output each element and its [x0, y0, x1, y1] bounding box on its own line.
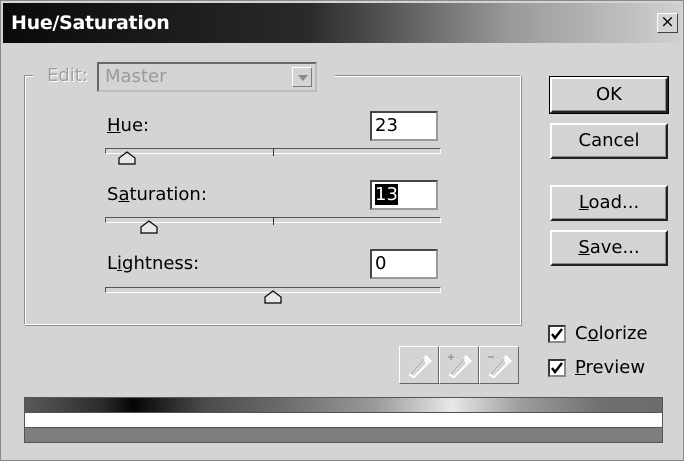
eyedropper-minus-icon: [488, 354, 513, 379]
preview-checkbox[interactable]: [548, 359, 566, 377]
eyedropper-icon: [408, 354, 433, 379]
lightness-label-post: ghtness:: [122, 253, 200, 274]
saturation-center-tick: [273, 217, 274, 225]
preview-label-post: review: [585, 357, 646, 378]
hue-slider-thumb[interactable]: [117, 151, 136, 165]
hue-center-tick: [273, 148, 274, 156]
cancel-button[interactable]: Cancel: [550, 123, 668, 159]
eyedropper-plus-button[interactable]: [439, 346, 479, 384]
colorize-label-accel: o: [587, 323, 599, 344]
eyedropper-button[interactable]: [399, 346, 439, 384]
load-label: oad...: [588, 192, 640, 213]
close-icon: ×: [660, 12, 675, 32]
preview-label-accel: P: [575, 357, 586, 378]
ok-button[interactable]: OK: [549, 76, 669, 114]
lightness-input[interactable]: 0: [370, 249, 438, 279]
edit-select[interactable]: Master: [97, 62, 317, 92]
saturation-input[interactable]: 13: [370, 180, 438, 210]
preview-label[interactable]: Preview: [575, 357, 645, 378]
load-accel: L: [578, 192, 589, 213]
title-bar[interactable]: Hue/Saturation ×: [3, 3, 681, 43]
eyedropper-plus-icon: [448, 354, 473, 379]
lightness-value: 0: [375, 253, 387, 274]
output-color-bar: [24, 427, 663, 443]
save-button[interactable]: Save...: [550, 230, 668, 266]
checkmark-icon: [551, 328, 563, 340]
color-bar-gap: [24, 413, 663, 427]
hue-label: Hue:: [107, 115, 149, 136]
lightness-label-pre: L: [107, 253, 118, 274]
checkmark-icon: [551, 362, 563, 374]
load-button[interactable]: Load...: [550, 185, 668, 221]
hue-value: 23: [375, 115, 398, 136]
hue-saturation-dialog: Hue/Saturation × Edit: Master Hue: 23 Sa…: [0, 0, 684, 461]
close-button[interactable]: ×: [657, 13, 678, 33]
saturation-value: 13: [375, 184, 398, 205]
colorize-label-post: lorize: [598, 323, 648, 344]
edit-label: Edit:: [47, 65, 88, 86]
saturation-label-accel: a: [118, 184, 130, 205]
saturation-label: Saturation:: [107, 184, 207, 205]
saturation-label-post: turation:: [129, 184, 207, 205]
chevron-down-icon[interactable]: [292, 67, 312, 87]
colorize-label[interactable]: Colorize: [575, 323, 648, 344]
save-accel: S: [578, 237, 590, 258]
eyedropper-minus-button[interactable]: [479, 346, 519, 384]
saturation-slider-thumb[interactable]: [140, 220, 158, 234]
lightness-label: Lightness:: [107, 253, 199, 274]
lightness-slider-thumb[interactable]: [264, 290, 282, 304]
window-title: Hue/Saturation: [11, 12, 170, 34]
colorize-label-pre: C: [575, 323, 588, 344]
saturation-label-pre: S: [107, 184, 119, 205]
save-label: ave...: [589, 237, 640, 258]
input-color-bar: [24, 397, 663, 413]
hue-input[interactable]: 23: [370, 111, 438, 141]
edit-select-value: Master: [105, 66, 167, 87]
hue-label-accel: H: [107, 115, 121, 136]
hue-label-post: ue:: [120, 115, 150, 136]
colorize-checkbox[interactable]: [548, 325, 566, 343]
